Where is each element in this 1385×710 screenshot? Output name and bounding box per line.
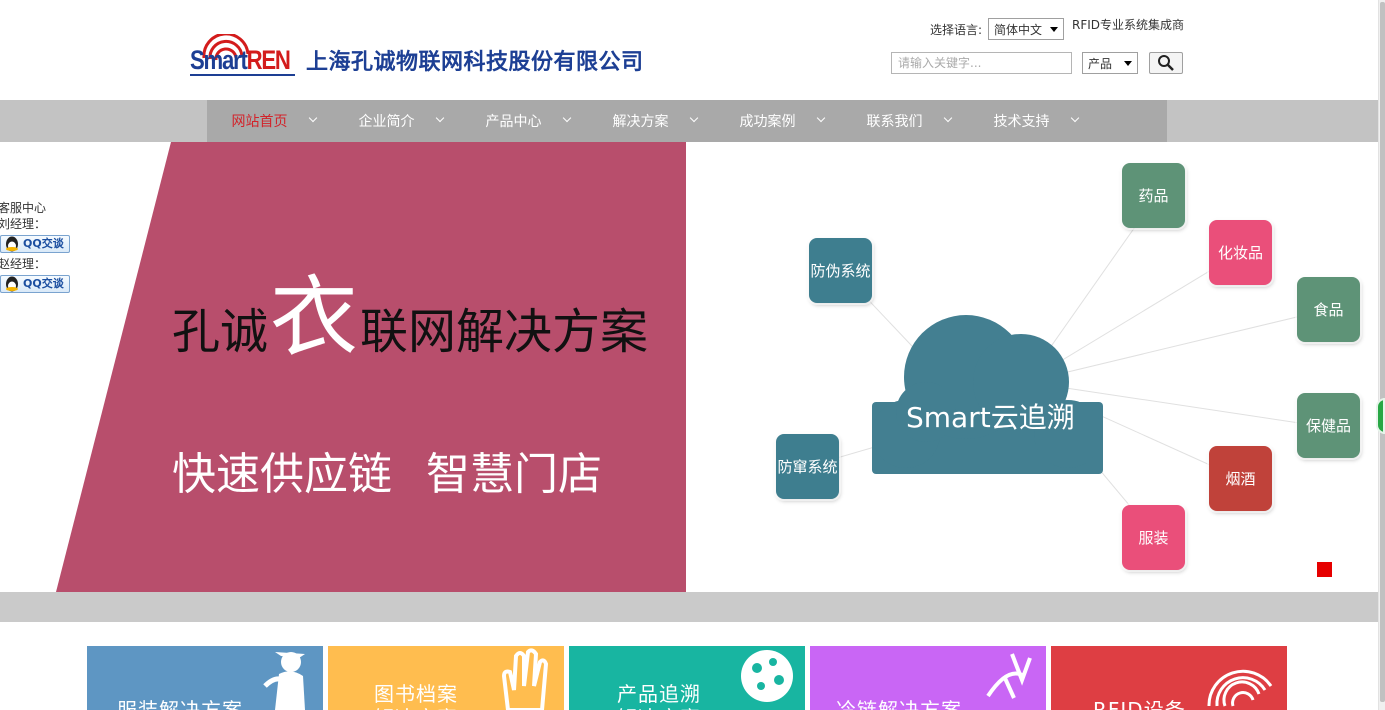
node-anti-fleeing: 防窜系统 xyxy=(776,434,839,499)
language-selector-row: 选择语言: 简体中文 xyxy=(930,16,1065,42)
main-nav: 网站首页 企业简介 产品中心 解决方案 成功案例 联系我们 技术支持 xyxy=(0,100,1378,142)
cloud-label: Smart云追溯 xyxy=(906,401,1075,434)
banner-left-panel: 孔诚衣联网解决方案 快速供应链 智慧门店 xyxy=(0,142,686,592)
chevron-down-icon xyxy=(562,113,572,123)
chevron-down-icon xyxy=(1070,113,1080,123)
language-label: 选择语言: xyxy=(930,22,983,37)
nav-item-label: 技术支持 xyxy=(993,114,1050,130)
site-logo[interactable]: SmartREN 上海孔诚物联网科技股份有限公司 xyxy=(190,34,644,80)
diagram-connectors xyxy=(805,196,1327,538)
banner-sub-2: 智慧门店 xyxy=(426,449,602,500)
grey-divider-strip xyxy=(0,592,1378,622)
tile-rfid-devices[interactable]: RFID设备 xyxy=(1051,646,1287,710)
tile-library-solution[interactable]: 图书档案 解决方案 xyxy=(328,646,564,710)
qq-penguin-icon xyxy=(6,236,18,252)
nav-item-contact[interactable]: 联系我们 xyxy=(842,100,969,142)
hero-banner[interactable]: 孔诚衣联网解决方案 快速供应链 智慧门店 Smart云追溯 防伪系统 防窜系统 … xyxy=(0,142,1378,592)
service-agent-1: 刘经理： xyxy=(0,217,47,231)
node-cosmetics: 化妆品 xyxy=(1209,220,1272,285)
banner-headline-big: 衣 xyxy=(270,266,359,369)
node-food: 食品 xyxy=(1297,277,1360,342)
nav-item-about[interactable]: 企业简介 xyxy=(334,100,461,142)
node-medicine: 药品 xyxy=(1122,163,1185,228)
fashion-figure-icon xyxy=(263,652,305,710)
nav-inner: 网站首页 企业简介 产品中心 解决方案 成功案例 联系我们 技术支持 xyxy=(207,100,1167,142)
banner-headline-pre: 孔诚 xyxy=(172,304,269,360)
logo-mark: SmartREN xyxy=(190,34,300,80)
node-anti-fake: 防伪系统 xyxy=(809,238,872,303)
banner-headline: 孔诚衣联网解决方案 xyxy=(172,274,648,362)
slide-indicator[interactable] xyxy=(1317,562,1332,577)
language-select[interactable]: 简体中文 xyxy=(988,18,1065,40)
banner-sub-1: 快速供应链 xyxy=(172,449,392,500)
service-title: 客服中心 xyxy=(0,201,47,215)
nav-item-products[interactable]: 产品中心 xyxy=(461,100,588,142)
tile-clothing-solution[interactable]: 服装解决方案 xyxy=(87,646,323,710)
header: SmartREN 上海孔诚物联网科技股份有限公司 选择语言: 简体中文 RFID… xyxy=(0,0,1378,100)
chevron-down-icon xyxy=(816,113,826,123)
search-input[interactable] xyxy=(891,52,1072,74)
nav-item-solutions[interactable]: 解决方案 xyxy=(588,100,715,142)
company-name: 上海孔诚物联网科技股份有限公司 xyxy=(306,50,644,75)
node-clothing: 服装 xyxy=(1122,505,1185,570)
search-category-value: 产品 xyxy=(1088,56,1113,71)
nav-item-home[interactable]: 网站首页 xyxy=(207,100,334,142)
search-button[interactable] xyxy=(1149,52,1183,74)
node-tobacco: 烟酒 xyxy=(1209,446,1272,511)
rfid-waves-icon xyxy=(1207,669,1273,707)
chevron-down-icon xyxy=(689,113,699,123)
search-category-select[interactable]: 产品 xyxy=(1082,52,1138,74)
tile-traceability-solution[interactable]: 产品追溯 解决方案 xyxy=(569,646,805,710)
tile-subtitle: 解决方案 xyxy=(374,702,458,710)
tile-title: RFID设备 xyxy=(1093,698,1186,710)
nav-item-label: 解决方案 xyxy=(612,114,669,130)
page-scrollbar[interactable] xyxy=(1378,0,1385,710)
traceability-diagram: Smart云追溯 防伪系统 防窜系统 药品 化妆品 食品 保健品 烟酒 服装 xyxy=(686,142,1378,592)
qq-label: QQ交谈 xyxy=(23,237,64,250)
dropdown-caret-icon xyxy=(1050,27,1059,32)
logo-smart-text: Smart xyxy=(190,45,248,75)
qq-label: QQ交谈 xyxy=(23,277,64,290)
nav-item-label: 产品中心 xyxy=(485,114,542,130)
snowflake-icon xyxy=(986,653,1032,699)
logo-ren-text: REN xyxy=(246,45,291,75)
solution-tiles: 服装解决方案 图书档案 解决方案 产品追溯 解决方案 xyxy=(87,646,1292,710)
nav-item-label: 企业简介 xyxy=(358,114,415,130)
tile-title: 服装解决方案 xyxy=(117,698,243,710)
tile-title: 冷链解决方案 xyxy=(836,698,962,710)
nav-item-support[interactable]: 技术支持 xyxy=(969,100,1096,142)
qq-badge: QQ交谈 xyxy=(0,235,70,253)
qq-chat-button-1[interactable]: QQ交谈 xyxy=(0,234,70,254)
scrollbar-thumb[interactable] xyxy=(1380,2,1385,702)
qq-penguin-icon xyxy=(6,276,18,292)
search-icon xyxy=(1158,55,1174,71)
chevron-down-icon xyxy=(435,113,445,123)
service-agent-2: 赵经理： xyxy=(0,257,47,271)
hand-icon xyxy=(501,648,549,710)
chevron-down-icon xyxy=(308,113,318,123)
node-health: 保健品 xyxy=(1297,393,1360,458)
floating-chat-widget[interactable] xyxy=(1376,398,1385,434)
nav-item-label: 联系我们 xyxy=(866,114,923,130)
nav-item-label: 成功案例 xyxy=(739,114,796,130)
nav-item-label: 网站首页 xyxy=(231,114,288,130)
tagline: RFID专业系统集成商 xyxy=(1072,18,1185,32)
tile-cold-chain-solution[interactable]: 冷链解决方案 xyxy=(810,646,1046,710)
customer-service-panel: 客服中心 刘经理： QQ交谈 赵经理： QQ交谈 xyxy=(0,200,70,296)
logo-wordmark: SmartREN xyxy=(190,45,291,76)
tree-icon xyxy=(741,650,793,702)
search-bar: 产品 xyxy=(891,52,1183,74)
tile-subtitle: 解决方案 xyxy=(617,702,701,710)
page: SmartREN 上海孔诚物联网科技股份有限公司 选择语言: 简体中文 RFID… xyxy=(0,0,1385,710)
qq-chat-button-2[interactable]: QQ交谈 xyxy=(0,274,70,294)
nav-item-cases[interactable]: 成功案例 xyxy=(715,100,842,142)
chevron-down-icon xyxy=(943,113,953,123)
banner-subheadline: 快速供应链 智慧门店 xyxy=(172,438,602,502)
dropdown-caret-icon xyxy=(1124,61,1132,66)
banner-headline-post: 联网解决方案 xyxy=(360,304,649,360)
qq-badge: QQ交谈 xyxy=(0,275,70,293)
language-select-value: 简体中文 xyxy=(994,22,1043,37)
